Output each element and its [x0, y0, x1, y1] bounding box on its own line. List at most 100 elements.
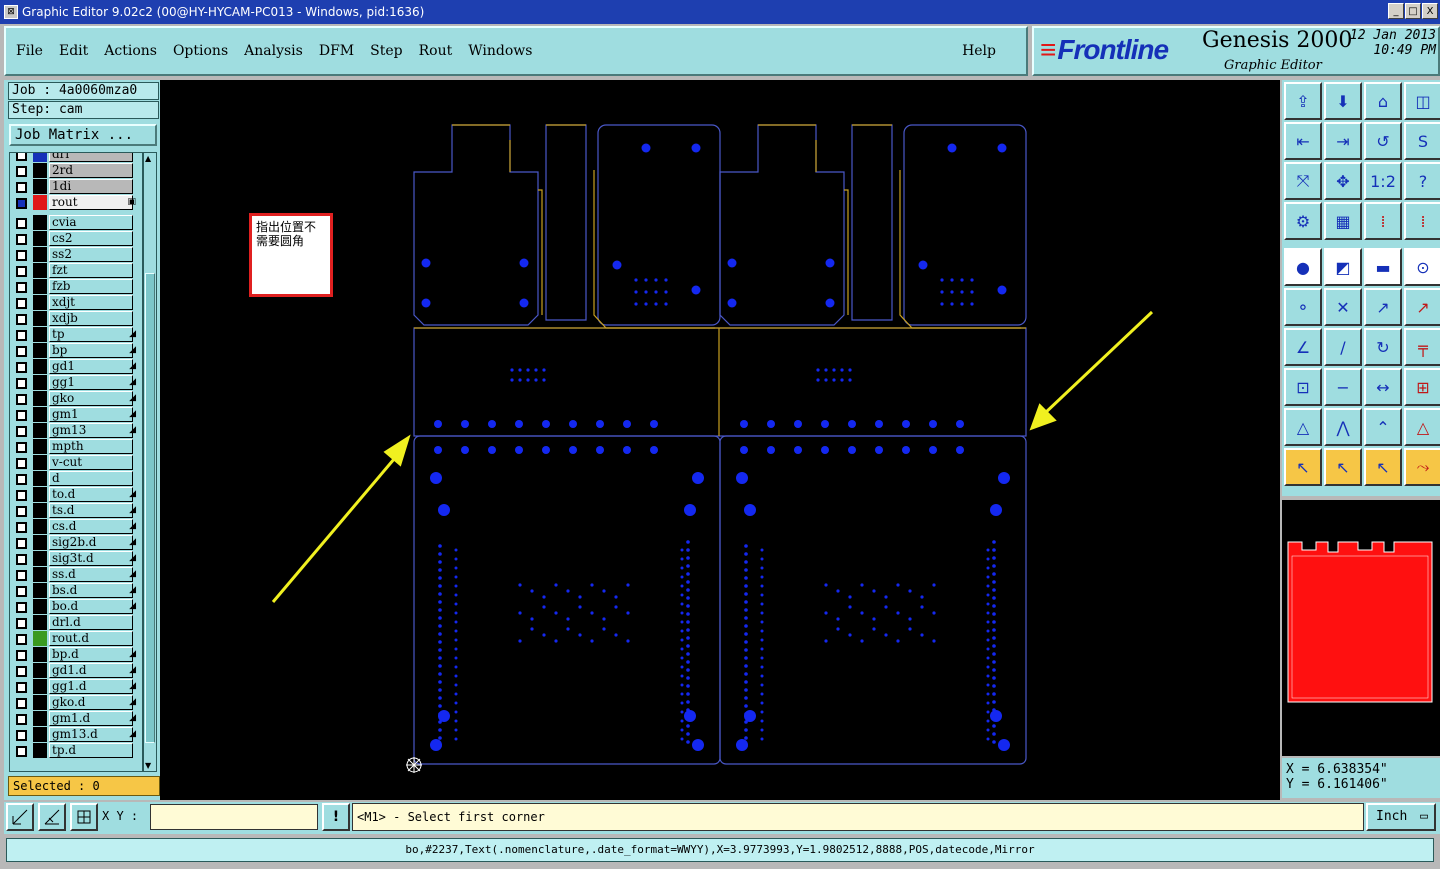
layer-name[interactable]: cvia — [49, 215, 133, 230]
layer-row[interactable]: fzb — [10, 279, 140, 295]
layer-name[interactable]: ts.d — [49, 503, 133, 518]
layer-checkbox[interactable] — [16, 650, 27, 661]
layer-color-swatch[interactable] — [33, 327, 47, 342]
layer-color-swatch[interactable] — [33, 503, 47, 518]
layer-color-swatch[interactable] — [33, 567, 47, 582]
layer-name[interactable]: sig3t.d — [49, 551, 133, 566]
layer-name[interactable]: gg1 — [49, 375, 133, 390]
layer-name[interactable]: to.d — [49, 487, 133, 502]
layer-name[interactable]: bp — [49, 343, 133, 358]
layer-row[interactable]: rout ▣ — [10, 195, 140, 211]
undo-icon[interactable]: ↺ — [1364, 122, 1402, 160]
layer-color-swatch[interactable] — [33, 583, 47, 598]
maximize-button[interactable]: □ — [1405, 3, 1421, 19]
layer-row[interactable]: cs2 — [10, 231, 140, 247]
layer-name[interactable]: gd1 — [49, 359, 133, 374]
layer-name[interactable]: gm13 — [49, 423, 133, 438]
menu-file[interactable]: File — [16, 43, 43, 59]
layer-color-swatch[interactable] — [33, 231, 47, 246]
layer-color-swatch[interactable] — [33, 215, 47, 230]
layer-row[interactable]: 1di — [10, 179, 140, 195]
layer-checkbox[interactable] — [16, 538, 27, 549]
layer-name[interactable]: rout — [49, 195, 133, 210]
layer-color-swatch[interactable] — [33, 163, 47, 178]
layer-checkbox[interactable] — [16, 282, 27, 293]
line-icon[interactable]: ∠ — [1284, 328, 1322, 366]
select3-icon[interactable]: ↖ — [1364, 448, 1402, 486]
triangle-icon[interactable]: △ — [1404, 408, 1440, 446]
layer-checkbox[interactable] — [16, 634, 27, 645]
layer-color-swatch[interactable] — [33, 439, 47, 454]
layer-checkbox[interactable] — [16, 602, 27, 613]
layer-row[interactable]: drl.d — [10, 615, 140, 631]
layer-row[interactable]: sig2b.d ◢ — [10, 535, 140, 551]
layer-name[interactable]: rout.d — [49, 631, 133, 646]
layer-scrollbar[interactable]: ▲ ▼ — [143, 152, 157, 772]
layer-name[interactable]: gko.d — [49, 695, 133, 710]
layer-row[interactable]: gm13.d ◢ — [10, 727, 140, 743]
layer-color-swatch[interactable] — [33, 695, 47, 710]
layer-row[interactable]: tp.d — [10, 743, 140, 759]
menu-options[interactable]: Options — [173, 43, 228, 59]
window-icon[interactable]: ◫ — [1404, 82, 1440, 120]
layer-row[interactable]: mpth — [10, 439, 140, 455]
layer-color-swatch[interactable] — [33, 179, 47, 194]
cross-icon[interactable]: ✕ — [1324, 288, 1362, 326]
layer-name[interactable]: fzb — [49, 279, 133, 294]
layer-row[interactable]: gg1.d ◢ — [10, 679, 140, 695]
layer-checkbox[interactable] — [16, 490, 27, 501]
layer-color-swatch[interactable] — [33, 455, 47, 470]
alert-icon[interactable]: ! — [322, 803, 350, 831]
overview-preview[interactable] — [1282, 500, 1440, 756]
layer-name[interactable]: ss2 — [49, 247, 133, 262]
layer-checkbox[interactable] — [16, 266, 27, 277]
layer-color-swatch[interactable] — [33, 663, 47, 678]
layer-name[interactable]: cs.d — [49, 519, 133, 534]
layer-name[interactable]: bp.d — [49, 647, 133, 662]
resize-icon[interactable]: ↔ — [1364, 368, 1402, 406]
layer-color-swatch[interactable] — [33, 471, 47, 486]
layer-row[interactable]: gko ◢ — [10, 391, 140, 407]
connect-icon[interactable]: ⚬ — [1284, 288, 1322, 326]
layer-color-swatch[interactable] — [33, 247, 47, 262]
minus-icon[interactable]: − — [1324, 368, 1362, 406]
layer-row[interactable]: gm1 ◢ — [10, 407, 140, 423]
next-icon[interactable]: ⇥ — [1324, 122, 1362, 160]
layer-checkbox[interactable] — [16, 570, 27, 581]
layer-checkbox[interactable] — [16, 746, 27, 757]
layer-color-swatch[interactable] — [33, 487, 47, 502]
pad-icon[interactable]: ● — [1284, 248, 1322, 286]
layer-color-swatch[interactable] — [33, 343, 47, 358]
layer-row[interactable]: bp ◢ — [10, 343, 140, 359]
xy-input[interactable] — [150, 804, 318, 830]
layer-name[interactable]: tp — [49, 327, 133, 342]
step-icon[interactable]: ⌂ — [1364, 82, 1402, 120]
layer-row[interactable]: drl — [10, 153, 140, 163]
layer-color-swatch[interactable] — [33, 311, 47, 326]
chevron-icon[interactable]: ⌃ — [1364, 408, 1402, 446]
copy-icon[interactable]: ⊡ — [1284, 368, 1322, 406]
menu-analysis[interactable]: Analysis — [244, 43, 303, 59]
layer-name[interactable]: gm13.d — [49, 727, 133, 742]
home-icon[interactable]: ⇪ — [1284, 82, 1322, 120]
select-icon[interactable]: ↖ — [1284, 448, 1322, 486]
layer-name[interactable]: gm1 — [49, 407, 133, 422]
layer-name[interactable]: d — [49, 471, 133, 486]
layer-row[interactable]: bp.d ◢ — [10, 647, 140, 663]
menu-rout[interactable]: Rout — [419, 43, 453, 59]
layer-color-swatch[interactable] — [33, 551, 47, 566]
layer-name[interactable]: tp.d — [49, 743, 133, 758]
layer-name[interactable]: 2rd — [49, 163, 133, 178]
layer-name[interactable]: drl.d — [49, 615, 133, 630]
select2-icon[interactable]: ↖ — [1324, 448, 1362, 486]
layer-checkbox[interactable] — [16, 378, 27, 389]
layer-name[interactable]: gm1.d — [49, 711, 133, 726]
layer-row[interactable]: 2rd — [10, 163, 140, 179]
arc-icon[interactable]: ↻ — [1364, 328, 1402, 366]
grid-icon[interactable]: ▦ — [1324, 202, 1362, 240]
layer-color-swatch[interactable] — [33, 263, 47, 278]
layer-checkbox[interactable] — [16, 618, 27, 629]
grid-snap-icon[interactable] — [70, 803, 98, 831]
scroll-down-icon[interactable]: ▼ — [145, 761, 151, 770]
rotate-icon[interactable]: ↗ — [1404, 288, 1440, 326]
